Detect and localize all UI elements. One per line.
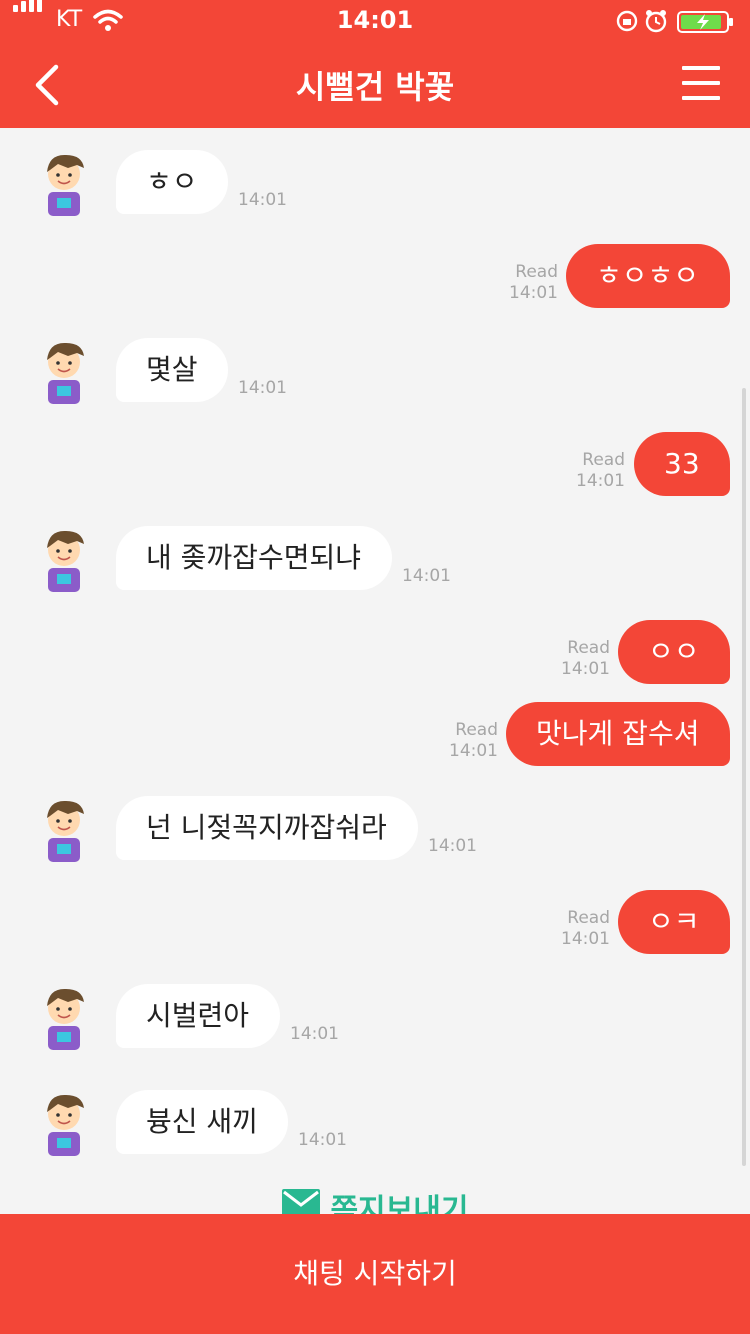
message-read-status: Read 14:01 [561,638,610,679]
start-chat-button[interactable]: 채팅 시작하기 [0,1214,750,1334]
message-bubble[interactable]: 몇살 [116,338,228,402]
message-bubble[interactable]: 내 좆까잡수면되냐 [116,526,392,590]
start-chat-label: 채팅 시작하기 [293,1257,457,1290]
message-incoming: ㅎㅇ 14:01 [0,148,750,218]
message-read-status: Read 14:01 [576,450,625,491]
avatar-icon [47,154,84,216]
battery-icon [677,11,733,33]
message-outgoing: 33 Read 14:01 [0,430,750,500]
message-bubble[interactable]: 븅신 새끼 [116,1090,288,1154]
message-incoming: 넌 니젖꼭지까잡숴라 14:01 [0,794,750,864]
avatar-icon [47,988,84,1050]
message-outgoing: ㅇㅇ Read 14:01 [0,618,750,688]
message-bubble[interactable]: 맛나게 잡수셔 [506,702,730,766]
nav-bar: 시뻘건 박꽃 [0,40,750,128]
message-read-status: Read 14:01 [449,720,498,761]
message-bubble[interactable]: ㅎㅇ [116,150,228,214]
status-bar: KT 14:01 [0,0,750,40]
message-time: 14:01 [428,836,477,856]
avatar-icon [47,800,84,862]
message-incoming: 븅신 새끼 14:01 [0,1088,750,1158]
chat-list[interactable]: ㅎㅇ 14:01 ㅎㅇㅎㅇ Read 14:01 몇살 14:01 33 Read… [0,128,750,1214]
message-bubble[interactable]: 33 [634,432,730,496]
message-read-status: Read 14:01 [561,908,610,949]
message-bubble[interactable]: ㅇㅋ [618,890,730,954]
menu-icon[interactable] [682,66,720,100]
message-time: 14:01 [298,1130,347,1150]
message-bubble[interactable]: ㅎㅇㅎㅇ [566,244,730,308]
message-incoming: 몇살 14:01 [0,336,750,406]
message-bubble[interactable]: 시벌련아 [116,984,280,1048]
message-bubble[interactable]: ㅇㅇ [618,620,730,684]
envelope-icon [282,1189,320,1217]
message-time: 14:01 [402,566,451,586]
avatar-icon [47,342,84,404]
message-time: 14:01 [238,378,287,398]
message-outgoing: 맛나게 잡수셔 Read 14:01 [0,700,750,770]
alarm-icon [645,10,667,33]
message-time: 14:01 [238,190,287,210]
message-read-status: Read 14:01 [509,262,558,303]
chat-title: 시뻘건 박꽃 [295,68,455,106]
scrollbar[interactable] [742,388,746,1166]
avatar-icon [47,530,84,592]
message-outgoing: ㅇㅋ Read 14:01 [0,888,750,958]
message-outgoing: ㅎㅇㅎㅇ Read 14:01 [0,242,750,312]
message-incoming: 내 좆까잡수면되냐 14:01 [0,524,750,594]
message-incoming: 시벌련아 14:01 [0,982,750,1052]
rotation-lock-icon [616,10,638,32]
message-time: 14:01 [290,1024,339,1044]
avatar-icon [47,1094,84,1156]
message-bubble[interactable]: 넌 니젖꼭지까잡숴라 [116,796,418,860]
